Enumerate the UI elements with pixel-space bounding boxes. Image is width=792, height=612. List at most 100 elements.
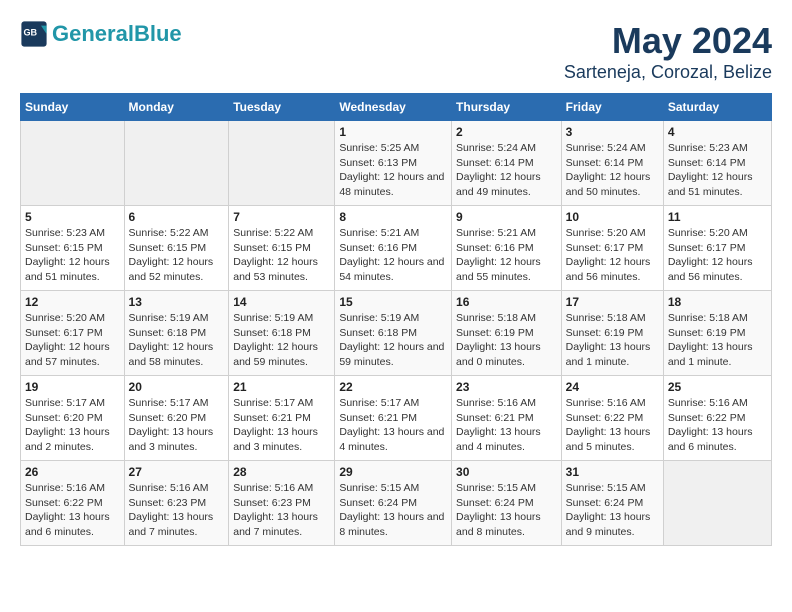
day-info: Sunrise: 5:16 AMSunset: 6:22 PMDaylight:… xyxy=(25,481,120,540)
day-info: Sunrise: 5:17 AMSunset: 6:21 PMDaylight:… xyxy=(233,396,330,455)
weekday-header-friday: Friday xyxy=(561,94,663,121)
calendar-cell: 22 Sunrise: 5:17 AMSunset: 6:21 PMDayligh… xyxy=(335,376,452,461)
calendar-cell: 4 Sunrise: 5:23 AMSunset: 6:14 PMDaylight… xyxy=(663,121,771,206)
calendar-cell: 19 Sunrise: 5:17 AMSunset: 6:20 PMDayligh… xyxy=(21,376,125,461)
day-number: 19 xyxy=(25,380,120,394)
day-info: Sunrise: 5:17 AMSunset: 6:21 PMDaylight:… xyxy=(339,396,447,455)
day-info: Sunrise: 5:17 AMSunset: 6:20 PMDaylight:… xyxy=(25,396,120,455)
day-info: Sunrise: 5:21 AMSunset: 6:16 PMDaylight:… xyxy=(339,226,447,285)
day-info: Sunrise: 5:24 AMSunset: 6:14 PMDaylight:… xyxy=(566,141,659,200)
calendar-table: SundayMondayTuesdayWednesdayThursdayFrid… xyxy=(20,93,772,546)
logo: GB GeneralBlue xyxy=(20,20,182,48)
calendar-cell: 25 Sunrise: 5:16 AMSunset: 6:22 PMDayligh… xyxy=(663,376,771,461)
day-number: 3 xyxy=(566,125,659,139)
weekday-header-thursday: Thursday xyxy=(452,94,562,121)
day-number: 5 xyxy=(25,210,120,224)
week-row-1: 1 Sunrise: 5:25 AMSunset: 6:13 PMDaylight… xyxy=(21,121,772,206)
calendar-cell: 10Sunrise: 5:20 AMSunset: 6:17 PMDayligh… xyxy=(561,206,663,291)
day-info: Sunrise: 5:19 AMSunset: 6:18 PMDaylight:… xyxy=(233,311,330,370)
day-info: Sunrise: 5:15 AMSunset: 6:24 PMDaylight:… xyxy=(566,481,659,540)
day-info: Sunrise: 5:15 AMSunset: 6:24 PMDaylight:… xyxy=(456,481,557,540)
weekday-header-wednesday: Wednesday xyxy=(335,94,452,121)
calendar-cell xyxy=(124,121,229,206)
day-number: 29 xyxy=(339,465,447,479)
page-header: GB GeneralBlue May 2024 Sarteneja, Coroz… xyxy=(20,20,772,83)
day-info: Sunrise: 5:18 AMSunset: 6:19 PMDaylight:… xyxy=(566,311,659,370)
calendar-cell: 17 Sunrise: 5:18 AMSunset: 6:19 PMDayligh… xyxy=(561,291,663,376)
day-number: 12 xyxy=(25,295,120,309)
day-info: Sunrise: 5:18 AMSunset: 6:19 PMDaylight:… xyxy=(668,311,767,370)
calendar-cell xyxy=(229,121,335,206)
day-info: Sunrise: 5:21 AMSunset: 6:16 PMDaylight:… xyxy=(456,226,557,285)
calendar-cell: 7Sunrise: 5:22 AMSunset: 6:15 PMDaylight… xyxy=(229,206,335,291)
weekday-header-saturday: Saturday xyxy=(663,94,771,121)
day-info: Sunrise: 5:17 AMSunset: 6:20 PMDaylight:… xyxy=(129,396,225,455)
day-number: 4 xyxy=(668,125,767,139)
calendar-cell: 3 Sunrise: 5:24 AMSunset: 6:14 PMDaylight… xyxy=(561,121,663,206)
day-info: Sunrise: 5:20 AMSunset: 6:17 PMDaylight:… xyxy=(668,226,767,285)
day-info: Sunrise: 5:25 AMSunset: 6:13 PMDaylight:… xyxy=(339,141,447,200)
day-info: Sunrise: 5:19 AMSunset: 6:18 PMDaylight:… xyxy=(339,311,447,370)
calendar-cell: 31 Sunrise: 5:15 AMSunset: 6:24 PMDayligh… xyxy=(561,461,663,546)
week-row-2: 5 Sunrise: 5:23 AMSunset: 6:15 PMDaylight… xyxy=(21,206,772,291)
day-number: 16 xyxy=(456,295,557,309)
day-number: 17 xyxy=(566,295,659,309)
day-number: 1 xyxy=(339,125,447,139)
calendar-cell: 20 Sunrise: 5:17 AMSunset: 6:20 PMDayligh… xyxy=(124,376,229,461)
day-info: Sunrise: 5:23 AMSunset: 6:14 PMDaylight:… xyxy=(668,141,767,200)
day-number: 23 xyxy=(456,380,557,394)
weekday-header-monday: Monday xyxy=(124,94,229,121)
day-number: 30 xyxy=(456,465,557,479)
calendar-cell xyxy=(663,461,771,546)
weekday-header-tuesday: Tuesday xyxy=(229,94,335,121)
day-info: Sunrise: 5:24 AMSunset: 6:14 PMDaylight:… xyxy=(456,141,557,200)
day-number: 15 xyxy=(339,295,447,309)
day-number: 27 xyxy=(129,465,225,479)
calendar-cell: 26 Sunrise: 5:16 AMSunset: 6:22 PMDayligh… xyxy=(21,461,125,546)
week-row-4: 19 Sunrise: 5:17 AMSunset: 6:20 PMDayligh… xyxy=(21,376,772,461)
day-number: 25 xyxy=(668,380,767,394)
week-row-3: 12Sunrise: 5:20 AMSunset: 6:17 PMDayligh… xyxy=(21,291,772,376)
day-info: Sunrise: 5:22 AMSunset: 6:15 PMDaylight:… xyxy=(129,226,225,285)
calendar-cell: 23Sunrise: 5:16 AMSunset: 6:21 PMDayligh… xyxy=(452,376,562,461)
week-row-5: 26 Sunrise: 5:16 AMSunset: 6:22 PMDayligh… xyxy=(21,461,772,546)
day-number: 20 xyxy=(129,380,225,394)
weekday-header-sunday: Sunday xyxy=(21,94,125,121)
day-number: 22 xyxy=(339,380,447,394)
calendar-cell: 24 Sunrise: 5:16 AMSunset: 6:22 PMDayligh… xyxy=(561,376,663,461)
day-info: Sunrise: 5:16 AMSunset: 6:23 PMDaylight:… xyxy=(233,481,330,540)
day-number: 28 xyxy=(233,465,330,479)
page-subtitle: Sarteneja, Corozal, Belize xyxy=(564,62,772,83)
page-title: May 2024 xyxy=(564,20,772,62)
day-number: 31 xyxy=(566,465,659,479)
calendar-cell: 13Sunrise: 5:19 AMSunset: 6:18 PMDayligh… xyxy=(124,291,229,376)
day-info: Sunrise: 5:16 AMSunset: 6:22 PMDaylight:… xyxy=(668,396,767,455)
day-info: Sunrise: 5:22 AMSunset: 6:15 PMDaylight:… xyxy=(233,226,330,285)
day-number: 8 xyxy=(339,210,447,224)
calendar-cell: 14Sunrise: 5:19 AMSunset: 6:18 PMDayligh… xyxy=(229,291,335,376)
calendar-cell: 28 Sunrise: 5:16 AMSunset: 6:23 PMDayligh… xyxy=(229,461,335,546)
calendar-cell: 2Sunrise: 5:24 AMSunset: 6:14 PMDaylight… xyxy=(452,121,562,206)
day-number: 9 xyxy=(456,210,557,224)
day-number: 6 xyxy=(129,210,225,224)
calendar-cell: 8 Sunrise: 5:21 AMSunset: 6:16 PMDaylight… xyxy=(335,206,452,291)
calendar-cell: 5 Sunrise: 5:23 AMSunset: 6:15 PMDaylight… xyxy=(21,206,125,291)
calendar-cell: 15 Sunrise: 5:19 AMSunset: 6:18 PMDayligh… xyxy=(335,291,452,376)
day-number: 18 xyxy=(668,295,767,309)
calendar-cell: 6 Sunrise: 5:22 AMSunset: 6:15 PMDaylight… xyxy=(124,206,229,291)
calendar-cell: 1 Sunrise: 5:25 AMSunset: 6:13 PMDaylight… xyxy=(335,121,452,206)
day-number: 26 xyxy=(25,465,120,479)
day-number: 24 xyxy=(566,380,659,394)
calendar-cell: 16 Sunrise: 5:18 AMSunset: 6:19 PMDayligh… xyxy=(452,291,562,376)
calendar-cell: 30 Sunrise: 5:15 AMSunset: 6:24 PMDayligh… xyxy=(452,461,562,546)
day-info: Sunrise: 5:23 AMSunset: 6:15 PMDaylight:… xyxy=(25,226,120,285)
day-info: Sunrise: 5:16 AMSunset: 6:22 PMDaylight:… xyxy=(566,396,659,455)
day-number: 10 xyxy=(566,210,659,224)
calendar-cell: 18 Sunrise: 5:18 AMSunset: 6:19 PMDayligh… xyxy=(663,291,771,376)
day-number: 21 xyxy=(233,380,330,394)
day-info: Sunrise: 5:18 AMSunset: 6:19 PMDaylight:… xyxy=(456,311,557,370)
day-info: Sunrise: 5:19 AMSunset: 6:18 PMDaylight:… xyxy=(129,311,225,370)
calendar-cell: 21 Sunrise: 5:17 AMSunset: 6:21 PMDayligh… xyxy=(229,376,335,461)
calendar-cell: 12Sunrise: 5:20 AMSunset: 6:17 PMDayligh… xyxy=(21,291,125,376)
title-block: May 2024 Sarteneja, Corozal, Belize xyxy=(564,20,772,83)
